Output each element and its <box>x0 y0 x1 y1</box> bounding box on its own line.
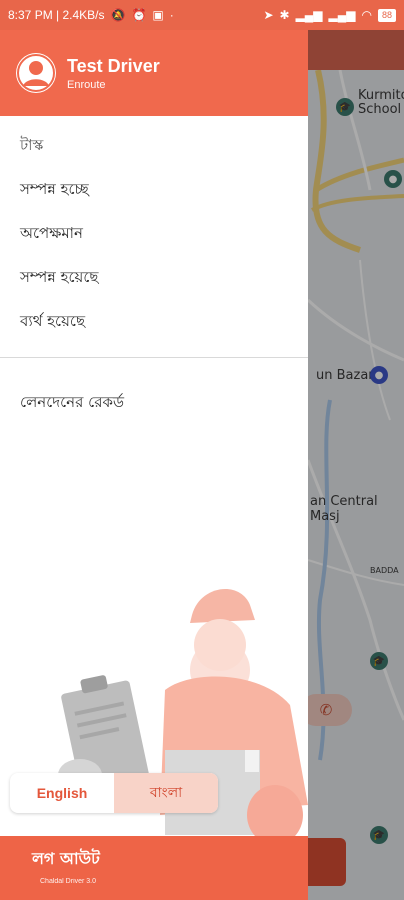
drawer-menu: টাস্ক সম্পন্ন হচ্ছে অপেক্ষমান সম্পন্ন হয… <box>0 116 308 424</box>
notification-off-icon: 🔕 <box>110 8 126 22</box>
user-status: Enroute <box>67 79 106 91</box>
language-bangla-button[interactable]: বাংলা <box>114 773 218 813</box>
location-icon: ➤ <box>263 8 274 22</box>
status-bar: 8:37 PM | 2.4KB/s 🔕 ⏰ ▣ · ➤ ✱ ▂▄▆ ▂▄▆ ◠ … <box>0 0 404 30</box>
menu-item-in-progress[interactable]: সম্পন্ন হচ্ছে <box>0 167 308 211</box>
signal-icon: ▂▄▆ <box>295 8 323 22</box>
logout-button[interactable]: লগ আউট Chaldal Driver 3.0 <box>0 836 308 900</box>
signal-icon: ▂▄▆ <box>328 8 356 22</box>
user-name: Test Driver <box>67 56 160 76</box>
battery-icon: 88 <box>377 8 396 22</box>
task-section-title: টাস্ক <box>20 136 44 154</box>
avatar[interactable] <box>16 53 56 93</box>
alarm-icon: ⏰ <box>131 8 147 22</box>
drawer-header: Test Driver Enroute <box>0 30 308 116</box>
teams-icon: ▣ <box>152 8 164 22</box>
language-english-button[interactable]: English <box>10 773 114 813</box>
user-icon <box>17 54 55 92</box>
navigation-drawer: Test Driver Enroute টাস্ক সম্পন্ন হচ্ছে … <box>0 30 308 900</box>
wifi-icon: ◠ <box>361 8 372 22</box>
menu-item-transactions[interactable]: লেনদেনের রেকর্ড <box>0 380 308 424</box>
delivery-person-illustration <box>58 588 308 845</box>
language-toggle[interactable]: English বাংলা <box>10 773 218 813</box>
menu-divider <box>0 357 308 358</box>
menu-item-completed[interactable]: সম্পন্ন হয়েছে <box>0 255 308 299</box>
dot-icon: · <box>169 8 174 22</box>
app-version: Chaldal Driver 3.0 <box>40 878 97 885</box>
logout-label: লগ আউট <box>32 849 100 868</box>
status-time: 8:37 PM | 2.4KB/s <box>8 8 105 22</box>
menu-item-pending[interactable]: অপেক্ষমান <box>0 211 308 255</box>
bluetooth-icon: ✱ <box>279 8 290 22</box>
menu-item-failed[interactable]: ব্যর্থ হয়েছে <box>0 299 308 343</box>
